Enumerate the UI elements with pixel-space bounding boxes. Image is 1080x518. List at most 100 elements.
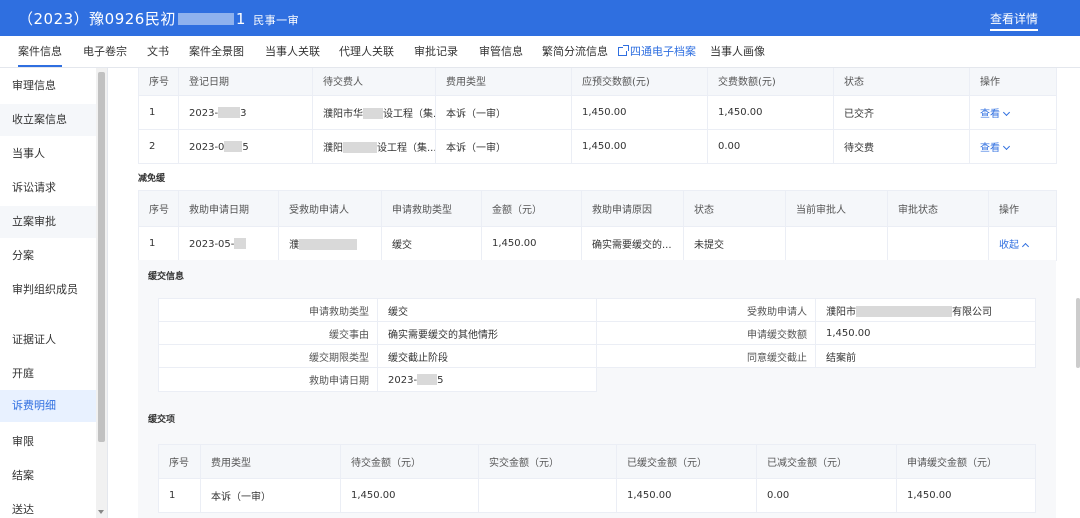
applicant-text-end: 有限公司 xyxy=(952,306,992,318)
relief-section-title: 减免缓 xyxy=(138,174,166,184)
redacted-mask xyxy=(299,239,357,250)
chevron-down-icon[interactable] xyxy=(1002,142,1011,151)
col-apply-date: 救助申请日期 xyxy=(178,190,279,227)
sidebar-item-hearing[interactable]: 开庭 xyxy=(0,366,97,382)
col-approver: 当前审批人 xyxy=(785,190,888,227)
empty-cell xyxy=(816,368,1036,392)
cell-index: 1 xyxy=(138,95,179,130)
collapse-button[interactable]: 收起 xyxy=(999,240,1019,251)
sidebar-item-panel-members[interactable]: 审判组织成员 xyxy=(0,282,80,298)
cell-actual-amount xyxy=(478,478,617,513)
sidebar-item-service[interactable]: 送达 xyxy=(0,502,97,518)
sidebar-item-filing-info[interactable]: 收立案信息 xyxy=(0,104,97,136)
applicant-text: 濮阳市 xyxy=(826,306,856,318)
tab-party-profile[interactable]: 当事人画像 xyxy=(710,36,765,67)
table-row: 1 本诉（一审） 1,450.00 1,450.00 0.00 1,450.00 xyxy=(158,478,1036,513)
redacted-mask xyxy=(363,108,383,119)
cell-register-date: 2023-0 5 xyxy=(178,129,313,164)
sidebar-scrollbar[interactable] xyxy=(96,68,107,518)
tab-documents[interactable]: 文书 xyxy=(147,36,169,67)
sidebar-item-evidence[interactable]: 证据证人 xyxy=(0,332,97,348)
sidebar-item-assignment[interactable]: 分案 xyxy=(0,248,97,264)
deferral-info-grid: 申请救助类型 缓交 受救助申请人 濮阳市 有限公司 缓交事由 确实需要缓交的其他情… xyxy=(158,298,1036,392)
case-title: （2023）豫0926民初 1 民事一审 xyxy=(18,8,299,29)
payer-text-end: 设工程（集... xyxy=(377,143,436,154)
tab-case-info[interactable]: 案件信息 xyxy=(18,36,62,67)
table-row: 1 2023- 3 濮阳市华 设工程（集... 本诉（一审） 1,450.00 1,… xyxy=(138,95,1057,130)
col-action: 操作 xyxy=(969,68,1057,96)
tab-diversion-info[interactable]: 繁简分流信息 xyxy=(542,36,608,67)
relief-table-header: 序号 救助申请日期 受救助申请人 申请救助类型 金额（元） 救助申请原因 状态 … xyxy=(138,190,1057,227)
label-deferral-amount: 申请缓交数额 xyxy=(596,321,816,345)
chevron-down-icon[interactable] xyxy=(1002,108,1011,117)
scroll-down-arrow-icon[interactable] xyxy=(98,510,104,514)
redacted-mask xyxy=(856,305,952,317)
tab-management-info[interactable]: 审管信息 xyxy=(479,36,523,67)
view-details-link[interactable]: 查看详情 xyxy=(989,10,1038,31)
col-relief-type: 申请救助类型 xyxy=(381,190,482,227)
sidebar-scroll-thumb[interactable] xyxy=(98,72,105,442)
cell-due-amount: 1,450.00 xyxy=(571,95,708,130)
kv-row: 申请救助类型 缓交 受救助申请人 濮阳市 有限公司 xyxy=(158,298,1036,322)
chevron-up-icon[interactable] xyxy=(1021,242,1030,251)
cell-due-amount: 1,450.00 xyxy=(571,129,708,164)
cell-status: 未提交 xyxy=(683,226,786,261)
date-text: 2023-05- xyxy=(189,238,235,250)
cell-approver xyxy=(785,226,888,261)
redacted-mask xyxy=(343,142,377,153)
cell-paid-amount: 0.00 xyxy=(707,129,834,164)
date-text-end: 3 xyxy=(240,107,247,119)
tab-agent-relations[interactable]: 代理人关联 xyxy=(339,36,394,67)
cell-reduced-amount: 0.00 xyxy=(756,478,897,513)
view-button[interactable]: 查看 xyxy=(980,143,1000,154)
col-fee-type: 费用类型 xyxy=(200,444,341,479)
cell-reason: 确实需要缓交的... xyxy=(581,226,684,261)
case-tabs: 案件信息 电子卷宗 文书 案件全景图 当事人关联 代理人关联 审批记录 审管信息… xyxy=(0,36,1080,68)
label-applicant: 受救助申请人 xyxy=(596,298,816,322)
main-content: 序号 登记日期 待交费人 费用类型 应预交数额(元) 交费数额(元) 状态 操作… xyxy=(108,68,1080,518)
deferral-items-title: 缓交项 xyxy=(148,415,176,425)
sidebar-item-trial-info[interactable]: 审理信息 xyxy=(0,78,97,94)
cell-pending-amount: 1,450.00 xyxy=(340,478,479,513)
tab-case-panorama[interactable]: 案件全景图 xyxy=(189,36,244,67)
col-action: 操作 xyxy=(988,190,1057,227)
sidebar-item-claims[interactable]: 诉讼请求 xyxy=(0,180,97,196)
deferral-info-title: 缓交信息 xyxy=(148,272,185,282)
sidebar: 审理信息 收立案信息 当事人 诉讼请求 立案审批 分案 审判组织成员 证据证人 … xyxy=(0,68,108,518)
sidebar-item-closing[interactable]: 结案 xyxy=(0,468,97,484)
tab-archive-link[interactable]: 四通电子档案 xyxy=(618,36,696,67)
value-deferral-reason: 确实需要缓交的其他情形 xyxy=(377,321,597,345)
sidebar-item-parties[interactable]: 当事人 xyxy=(0,146,97,162)
value-deferral-amount: 1,450.00 xyxy=(815,321,1036,345)
col-approval-status: 审批状态 xyxy=(887,190,989,227)
tab-archive-label: 四通电子档案 xyxy=(630,45,696,58)
value-applicant: 濮阳市 有限公司 xyxy=(815,298,1036,322)
col-index: 序号 xyxy=(138,190,179,227)
col-deferred-amount: 已缓交金额（元） xyxy=(616,444,757,479)
tab-e-dossier[interactable]: 电子卷宗 xyxy=(83,36,127,67)
sidebar-item-time-limit[interactable]: 审限 xyxy=(0,434,97,450)
redacted-mask xyxy=(224,140,243,152)
col-due-amount: 应预交数额(元) xyxy=(571,68,708,96)
cell-relief-type: 缓交 xyxy=(381,226,482,261)
table-row: 2 2023-0 5 濮阳 设工程（集... 本诉（一审） 1,450.00 0.0… xyxy=(138,129,1057,164)
cell-applicant: 濮 xyxy=(278,226,382,261)
cell-fee-type: 本诉（一审） xyxy=(435,129,572,164)
value-apply-date: 2023- 5 xyxy=(377,367,597,392)
col-reduced-amount: 已减交金额（元） xyxy=(756,444,897,479)
col-register-date: 登记日期 xyxy=(178,68,313,96)
case-procedure: 民事一审 xyxy=(253,14,300,27)
main-scroll-thumb[interactable] xyxy=(1076,298,1080,368)
tab-party-relations[interactable]: 当事人关联 xyxy=(265,36,320,67)
label-agreed-deadline: 同意缓交截止 xyxy=(596,344,816,368)
col-actual-amount: 实交金额（元） xyxy=(478,444,617,479)
tab-approval-records[interactable]: 审批记录 xyxy=(414,36,458,67)
cell-deferred-amount: 1,450.00 xyxy=(616,478,757,513)
kv-row: 救助申请日期 2023- 5 xyxy=(158,367,1036,392)
view-button[interactable]: 查看 xyxy=(980,109,1000,120)
sidebar-item-fee-detail[interactable]: 诉费明细 xyxy=(0,390,97,422)
sidebar-item-filing-approval[interactable]: 立案审批 xyxy=(0,206,97,238)
col-index: 序号 xyxy=(158,444,201,479)
date-text: 2023- xyxy=(189,107,219,119)
col-pending-amount: 待交金额（元） xyxy=(340,444,479,479)
